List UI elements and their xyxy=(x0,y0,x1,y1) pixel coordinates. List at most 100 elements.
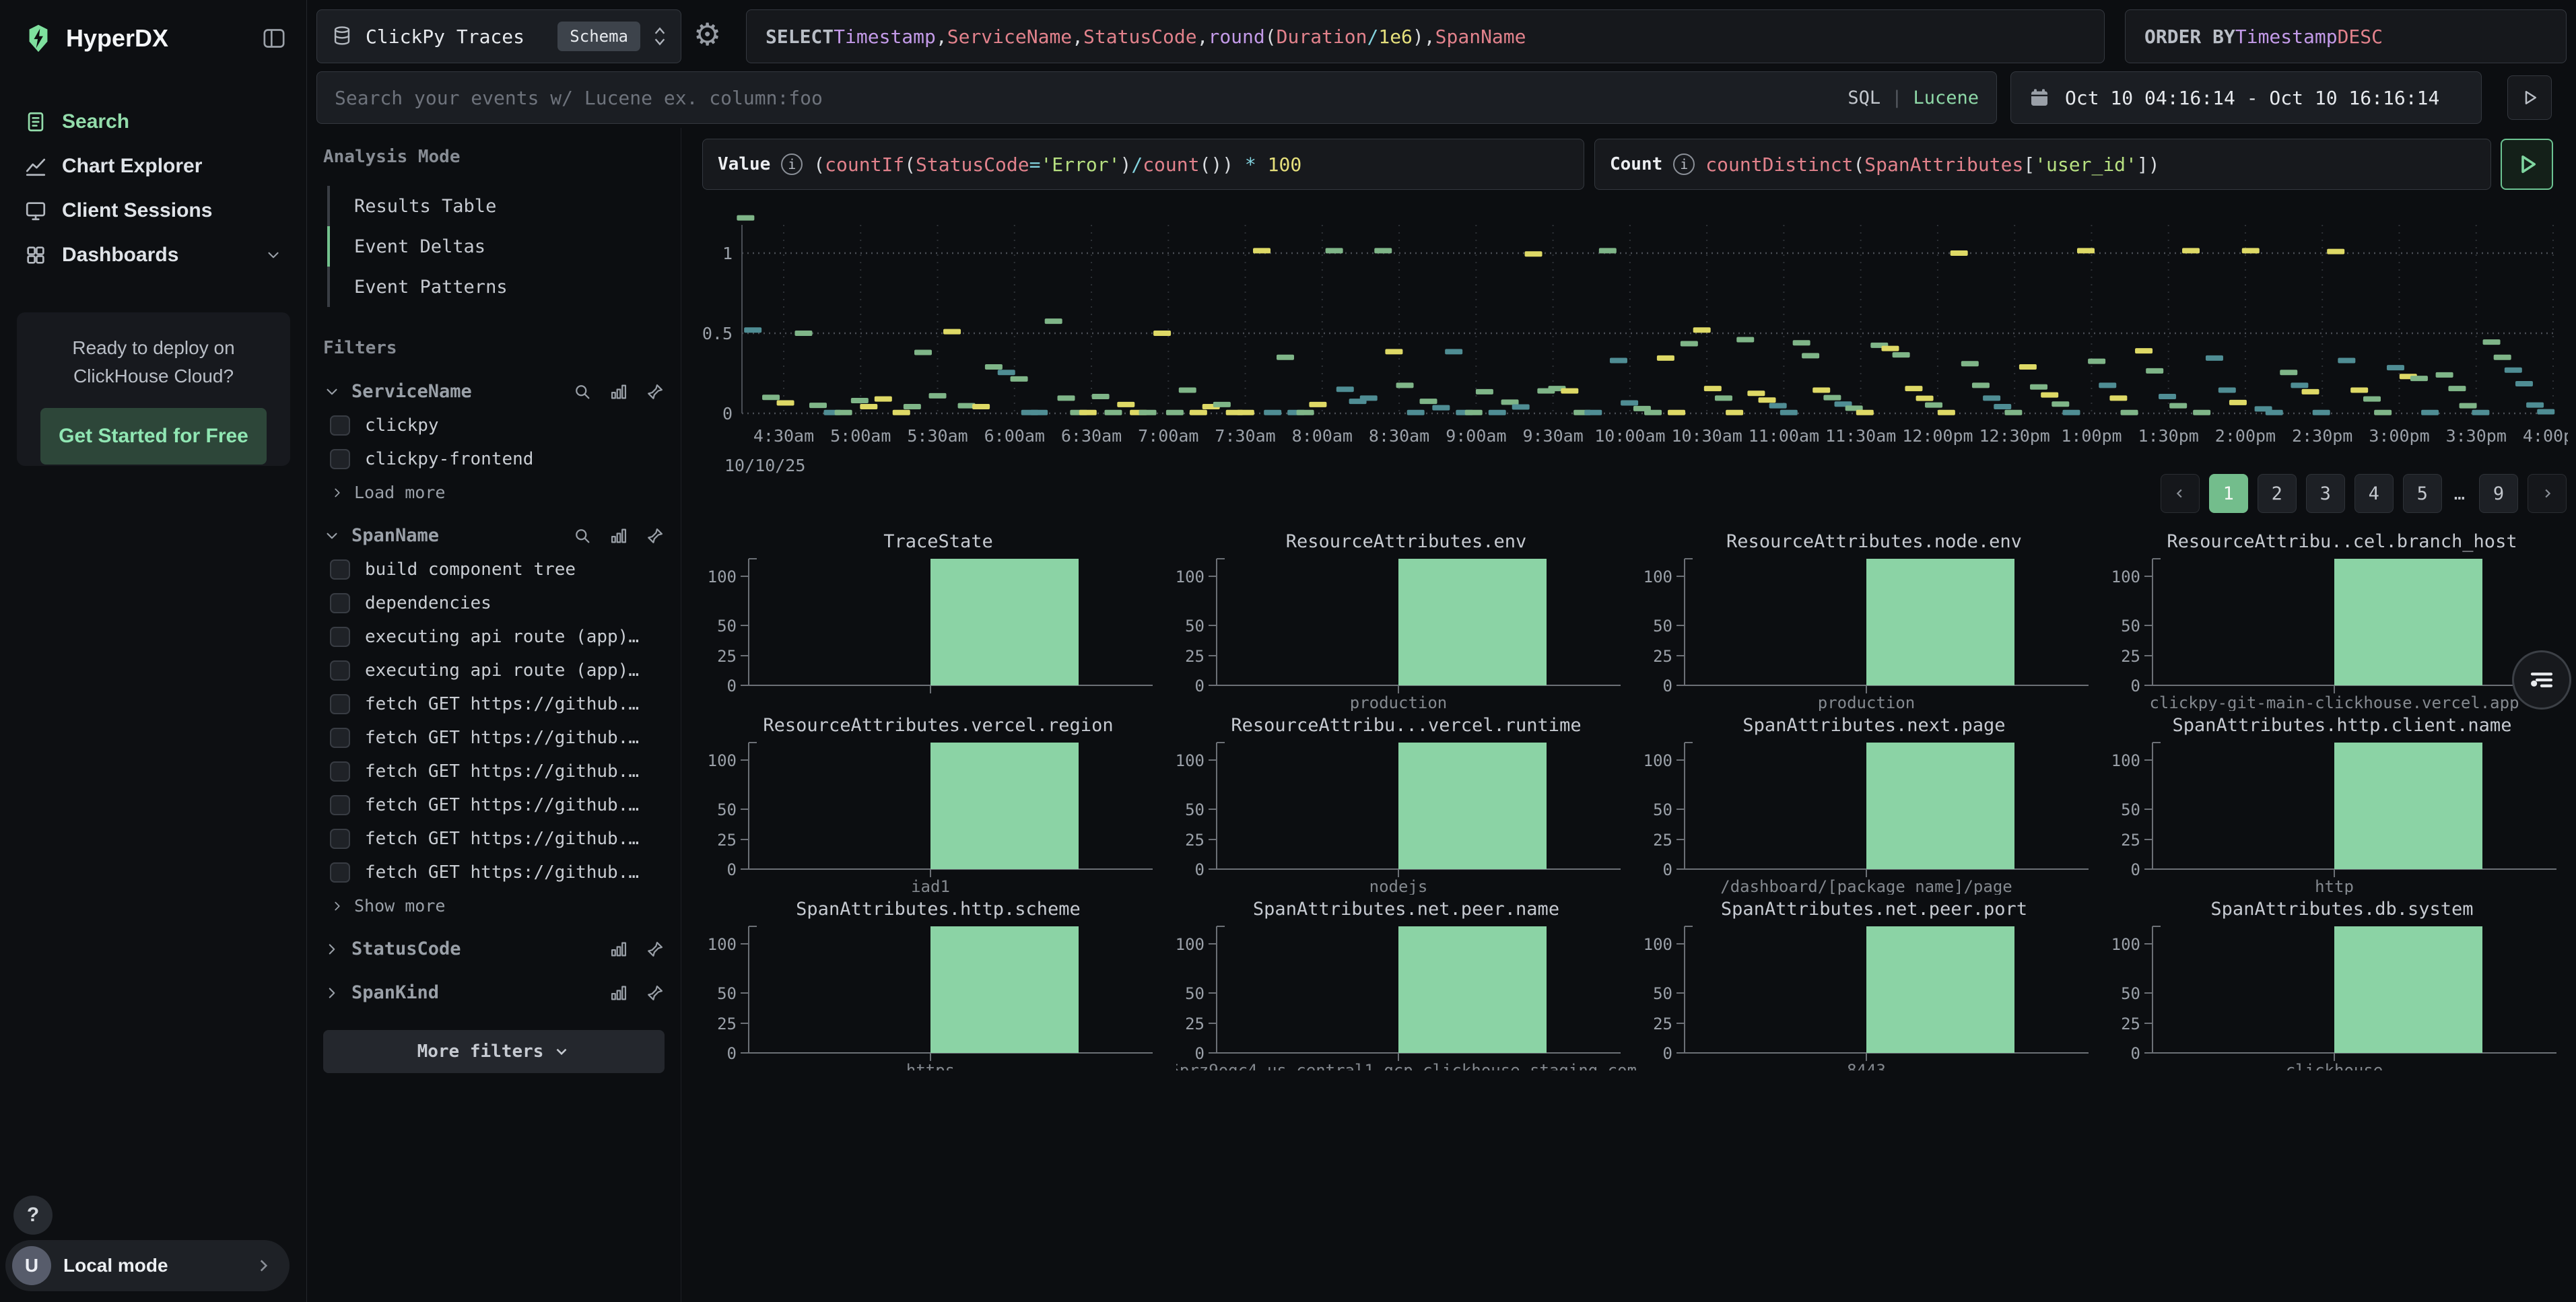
histogram-spanattributes.next.page[interactable]: SpanAttributes.next.page02550100/dashboa… xyxy=(1644,714,2104,895)
pin-icon[interactable] xyxy=(646,526,665,545)
histogram-resourceattributes.env[interactable]: ResourceAttributes.env02550100production xyxy=(1176,530,1636,711)
search-icon[interactable] xyxy=(573,526,592,545)
help-button[interactable]: ? xyxy=(13,1196,53,1235)
filter-group-header[interactable]: SpanKind xyxy=(323,982,665,1003)
value-expression-input[interactable]: Value i (countIf(StatusCode='Error')/cou… xyxy=(702,139,1584,190)
pin-icon[interactable] xyxy=(646,940,665,959)
get-started-button[interactable]: Get Started for Free xyxy=(40,408,267,465)
checkbox[interactable] xyxy=(330,660,350,681)
filter-option[interactable]: fetch GET https://github.… xyxy=(330,829,665,849)
date-range-picker[interactable]: Oct 10 04:16:14 - Oct 10 16:16:14 xyxy=(2010,71,2482,124)
svg-text:iad1: iad1 xyxy=(911,877,950,895)
checkbox[interactable] xyxy=(330,415,350,436)
sidebar-item-search[interactable]: Search xyxy=(0,100,306,144)
histogram-spanattributes.db.system[interactable]: SpanAttributes.db.system02550100clickhou… xyxy=(2112,898,2572,1070)
filter-option[interactable]: dependencies xyxy=(330,593,665,613)
filter-option[interactable]: fetch GET https://github.… xyxy=(330,795,665,815)
local-mode-menu[interactable]: U Local mode xyxy=(5,1240,290,1291)
histogram-spanattributes.net.peer.name[interactable]: SpanAttributes.net.peer.name02550100z5pr… xyxy=(1176,898,1636,1070)
chart-settings-fab[interactable] xyxy=(2512,650,2571,710)
code-token: Timestamp xyxy=(834,26,936,48)
sidebar-item-client-sessions[interactable]: Client Sessions xyxy=(0,189,306,233)
show-more-link[interactable]: Show more xyxy=(330,896,665,916)
filter-option-label: fetch GET https://github.… xyxy=(365,728,639,748)
filter-option[interactable]: clickpy-frontend xyxy=(330,449,665,469)
checkbox[interactable] xyxy=(330,862,350,883)
search-icon[interactable] xyxy=(573,382,592,401)
live-tail-button[interactable] xyxy=(2507,75,2552,120)
svg-text:10:00am: 10:00am xyxy=(1594,426,1665,446)
checkbox[interactable] xyxy=(330,559,350,580)
count-expression-input[interactable]: Count i countDistinct(SpanAttributes['us… xyxy=(1594,139,2491,190)
svg-text:100: 100 xyxy=(708,568,737,586)
histogram-spanattributes.http.scheme[interactable]: SpanAttributes.http.scheme02550100https xyxy=(708,898,1168,1070)
pin-icon[interactable] xyxy=(646,382,665,401)
page-button-1[interactable]: 1 xyxy=(2209,474,2248,513)
filter-group-header[interactable]: StatusCode xyxy=(323,938,665,959)
sql-select-input[interactable]: SELECT Timestamp, ServiceName, StatusCod… xyxy=(746,9,2105,63)
sidebar-collapse-icon[interactable] xyxy=(261,25,287,52)
bar-chart-icon[interactable] xyxy=(609,382,628,401)
page-button-3[interactable]: 3 xyxy=(2306,474,2345,513)
data-source-select[interactable]: ClickPy Traces Schema xyxy=(316,9,681,63)
run-query-button[interactable] xyxy=(2501,139,2553,190)
filter-option[interactable]: fetch GET https://github.… xyxy=(330,694,665,714)
pin-icon[interactable] xyxy=(646,984,665,1002)
filter-option[interactable]: build component tree xyxy=(330,559,665,580)
histogram-resourceattributes.vercel.region[interactable]: ResourceAttributes.vercel.region02550100… xyxy=(708,714,1168,895)
analysis-mode-results-table[interactable]: Results Table xyxy=(327,186,665,226)
page-button-9[interactable]: 9 xyxy=(2479,474,2518,513)
svg-text:10:30am: 10:30am xyxy=(1671,426,1742,446)
checkbox[interactable] xyxy=(330,761,350,782)
page-button-2[interactable]: 2 xyxy=(2258,474,2297,513)
checkbox[interactable] xyxy=(330,627,350,647)
analysis-mode-event-patterns[interactable]: Event Patterns xyxy=(327,267,665,307)
filter-option[interactable]: executing api route (app)… xyxy=(330,627,665,647)
filter-option[interactable]: fetch GET https://github.… xyxy=(330,728,665,748)
bar-chart-icon[interactable] xyxy=(609,984,628,1002)
sidebar-item-dashboards[interactable]: Dashboards xyxy=(0,233,306,277)
order-by-input[interactable]: ORDER BY Timestamp DESC xyxy=(2125,9,2567,63)
histogram-resourceattribu...vercel.runtime[interactable]: ResourceAttribu...vercel.runtime02550100… xyxy=(1176,714,1636,895)
svg-text:0: 0 xyxy=(727,1044,737,1063)
svg-text:5:30am: 5:30am xyxy=(907,426,968,446)
filter-option[interactable]: fetch GET https://github.… xyxy=(330,761,665,782)
svg-text:6:00am: 6:00am xyxy=(984,426,1045,446)
page-button-5[interactable]: 5 xyxy=(2403,474,2442,513)
load-more-link[interactable]: Load more xyxy=(330,483,665,502)
analysis-mode-event-deltas[interactable]: Event Deltas xyxy=(327,226,665,267)
checkbox[interactable] xyxy=(330,593,350,613)
sidebar-item-chart-explorer[interactable]: Chart Explorer xyxy=(0,144,306,189)
histogram-tracestate[interactable]: TraceState02550100 xyxy=(708,530,1168,711)
histogram-spanattributes.http.client.name[interactable]: SpanAttributes.http.client.name02550100h… xyxy=(2112,714,2572,895)
checkbox[interactable] xyxy=(330,694,350,714)
filter-option[interactable]: fetch GET https://github.… xyxy=(330,862,665,883)
info-icon: i xyxy=(781,153,803,175)
bar-chart-icon[interactable] xyxy=(609,940,628,959)
next-page-button[interactable] xyxy=(2528,474,2567,513)
svg-text:0: 0 xyxy=(2131,860,2140,879)
svg-text:0: 0 xyxy=(1195,1044,1205,1063)
filter-group-header[interactable]: SpanName xyxy=(323,525,665,546)
filter-group-header[interactable]: ServiceName xyxy=(323,381,665,402)
histogram-spanattributes.net.peer.port[interactable]: SpanAttributes.net.peer.port025501008443 xyxy=(1644,898,2104,1070)
search-input[interactable]: Search your events w/ Lucene ex. column:… xyxy=(316,71,1997,124)
svg-text:2:00pm: 2:00pm xyxy=(2215,426,2276,446)
schema-badge[interactable]: Schema xyxy=(557,22,640,51)
gear-icon[interactable]: ⚙ xyxy=(693,16,721,53)
page-button-4[interactable]: 4 xyxy=(2354,474,2394,513)
checkbox[interactable] xyxy=(330,449,350,469)
toggle-lucene[interactable]: Lucene xyxy=(1913,88,1979,108)
more-filters-button[interactable]: More filters xyxy=(323,1030,665,1073)
event-deltas-chart[interactable]: 00.514:30am5:00am5:30am6:00am6:30am7:00a… xyxy=(703,199,2568,485)
prev-page-button[interactable] xyxy=(2161,474,2200,513)
histogram-resourceattribu..cel.branch_host[interactable]: ResourceAttribu..cel.branch_host02550100… xyxy=(2112,530,2572,711)
checkbox[interactable] xyxy=(330,795,350,815)
filter-option[interactable]: clickpy xyxy=(330,415,665,436)
checkbox[interactable] xyxy=(330,728,350,748)
toggle-sql[interactable]: SQL xyxy=(1848,88,1880,108)
filter-option[interactable]: executing api route (app)… xyxy=(330,660,665,681)
checkbox[interactable] xyxy=(330,829,350,849)
bar-chart-icon[interactable] xyxy=(609,526,628,545)
histogram-resourceattributes.node.env[interactable]: ResourceAttributes.node.env02550100produ… xyxy=(1644,530,2104,711)
